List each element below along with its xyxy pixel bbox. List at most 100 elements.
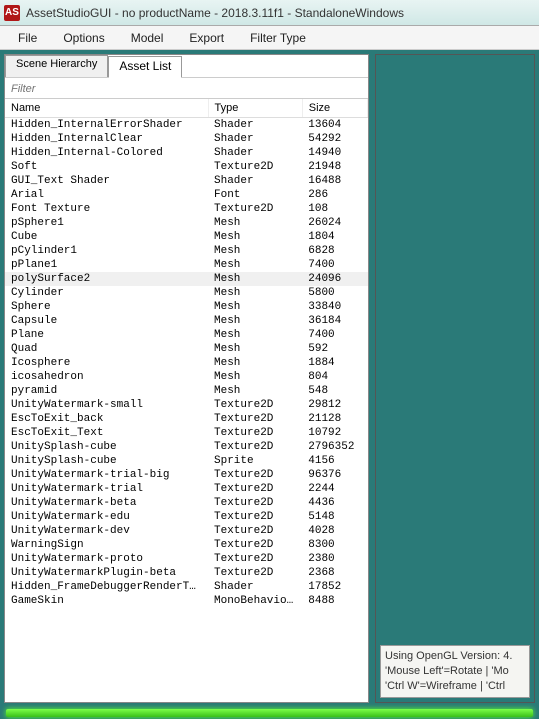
table-row[interactable]: UnityWatermarkPlugin-betaTexture2D2368	[5, 566, 368, 580]
cell-type: Texture2D	[208, 524, 302, 538]
cell-size: 24096	[302, 272, 367, 286]
cell-name: UnityWatermark-beta	[5, 496, 208, 510]
info-line: 'Ctrl W'=Wireframe | 'Ctrl	[385, 679, 525, 694]
cell-type: Mesh	[208, 244, 302, 258]
table-row[interactable]: pPlane1Mesh7400	[5, 258, 368, 272]
table-row[interactable]: EscToExit_backTexture2D21128	[5, 412, 368, 426]
cell-name: Capsule	[5, 314, 208, 328]
cell-size: 286	[302, 188, 367, 202]
cell-type: Texture2D	[208, 510, 302, 524]
cell-size: 2380	[302, 552, 367, 566]
cell-size: 2368	[302, 566, 367, 580]
cell-size: 4156	[302, 454, 367, 468]
cell-type: Mesh	[208, 216, 302, 230]
table-row[interactable]: UnityWatermark-trialTexture2D2244	[5, 482, 368, 496]
cell-size: 5800	[302, 286, 367, 300]
cell-name: pCylinder1	[5, 244, 208, 258]
cell-type: Mesh	[208, 258, 302, 272]
table-row[interactable]: UnityWatermark-trial-bigTexture2D96376	[5, 468, 368, 482]
table-row[interactable]: Hidden_InternalErrorShaderShader13604	[5, 118, 368, 133]
cell-type: Texture2D	[208, 202, 302, 216]
table-row[interactable]: pyramidMesh548	[5, 384, 368, 398]
cell-size: 29812	[302, 398, 367, 412]
cell-name: pyramid	[5, 384, 208, 398]
table-row[interactable]: ArialFont286	[5, 188, 368, 202]
cell-name: UnityWatermarkPlugin-beta	[5, 566, 208, 580]
table-row[interactable]: SphereMesh33840	[5, 300, 368, 314]
table-row[interactable]: pCylinder1Mesh6828	[5, 244, 368, 258]
cell-name: Icosphere	[5, 356, 208, 370]
cell-type: Shader	[208, 174, 302, 188]
cell-name: Cylinder	[5, 286, 208, 300]
table-row[interactable]: CubeMesh1804	[5, 230, 368, 244]
table-row[interactable]: polySurface2Mesh24096	[5, 272, 368, 286]
table-row[interactable]: CylinderMesh5800	[5, 286, 368, 300]
cell-size: 548	[302, 384, 367, 398]
cell-type: Texture2D	[208, 552, 302, 566]
table-row[interactable]: UnitySplash-cubeSprite4156	[5, 454, 368, 468]
column-header-name[interactable]: Name	[5, 99, 208, 118]
table-row[interactable]: Hidden_InternalClearShader54292	[5, 132, 368, 146]
cell-type: Mesh	[208, 384, 302, 398]
menu-model[interactable]: Model	[119, 28, 176, 48]
table-row[interactable]: UnityWatermark-protoTexture2D2380	[5, 552, 368, 566]
table-row[interactable]: pSphere1Mesh26024	[5, 216, 368, 230]
cell-name: Soft	[5, 160, 208, 174]
table-row[interactable]: IcosphereMesh1884	[5, 356, 368, 370]
table-row[interactable]: PlaneMesh7400	[5, 328, 368, 342]
titlebar[interactable]: AS AssetStudioGUI - no productName - 201…	[0, 0, 539, 26]
table-row[interactable]: Hidden_Internal-ColoredShader14940	[5, 146, 368, 160]
table-row[interactable]: Hidden_FrameDebuggerRenderTa...Shader178…	[5, 580, 368, 594]
cell-size: 54292	[302, 132, 367, 146]
cell-type: Texture2D	[208, 398, 302, 412]
table-row[interactable]: UnityWatermark-eduTexture2D5148	[5, 510, 368, 524]
table-row[interactable]: UnityWatermark-devTexture2D4028	[5, 524, 368, 538]
table-row[interactable]: EscToExit_TextTexture2D10792	[5, 426, 368, 440]
table-row[interactable]: UnitySplash-cubeTexture2D2796352	[5, 440, 368, 454]
cell-size: 8300	[302, 538, 367, 552]
menu-export[interactable]: Export	[177, 28, 236, 48]
column-header-type[interactable]: Type	[208, 99, 302, 118]
info-line: Using OpenGL Version: 4.	[385, 649, 525, 664]
table-row[interactable]: CapsuleMesh36184	[5, 314, 368, 328]
cell-size: 7400	[302, 258, 367, 272]
table-row[interactable]: GUI_Text ShaderShader16488	[5, 174, 368, 188]
cell-size: 5148	[302, 510, 367, 524]
cell-type: Mesh	[208, 356, 302, 370]
asset-list-scroll[interactable]: NameTypeSize Hidden_InternalErrorShaderS…	[5, 99, 368, 702]
cell-size: 2244	[302, 482, 367, 496]
menu-options[interactable]: Options	[51, 28, 116, 48]
tab-asset-list[interactable]: Asset List	[108, 56, 182, 78]
cell-type: Mesh	[208, 314, 302, 328]
app-icon: AS	[4, 5, 20, 21]
cell-size: 14940	[302, 146, 367, 160]
table-row[interactable]: WarningSignTexture2D8300	[5, 538, 368, 552]
table-row[interactable]: SoftTexture2D21948	[5, 160, 368, 174]
column-header-size[interactable]: Size	[302, 99, 367, 118]
table-row[interactable]: Font TextureTexture2D108	[5, 202, 368, 216]
cell-size: 2796352	[302, 440, 367, 454]
cell-size: 4436	[302, 496, 367, 510]
menu-filter-type[interactable]: Filter Type	[238, 28, 318, 48]
table-row[interactable]: UnityWatermark-betaTexture2D4436	[5, 496, 368, 510]
table-row[interactable]: GameSkinMonoBehaviour8488	[5, 594, 368, 608]
cell-name: WarningSign	[5, 538, 208, 552]
cell-type: Texture2D	[208, 566, 302, 580]
cell-size: 26024	[302, 216, 367, 230]
cell-name: UnityWatermark-trial-big	[5, 468, 208, 482]
menu-file[interactable]: File	[6, 28, 49, 48]
cell-size: 804	[302, 370, 367, 384]
table-row[interactable]: UnityWatermark-smallTexture2D29812	[5, 398, 368, 412]
tab-scene-hierarchy[interactable]: Scene Hierarchy	[5, 55, 108, 77]
cell-type: Shader	[208, 132, 302, 146]
cell-name: Quad	[5, 342, 208, 356]
cell-type: Mesh	[208, 328, 302, 342]
cell-name: EscToExit_back	[5, 412, 208, 426]
cell-name: Hidden_InternalClear	[5, 132, 208, 146]
menubar: FileOptionsModelExportFilter Type	[0, 26, 539, 50]
cell-type: Shader	[208, 580, 302, 594]
cell-name: UnitySplash-cube	[5, 454, 208, 468]
table-row[interactable]: icosahedronMesh804	[5, 370, 368, 384]
filter-input[interactable]	[11, 83, 362, 95]
table-row[interactable]: QuadMesh592	[5, 342, 368, 356]
